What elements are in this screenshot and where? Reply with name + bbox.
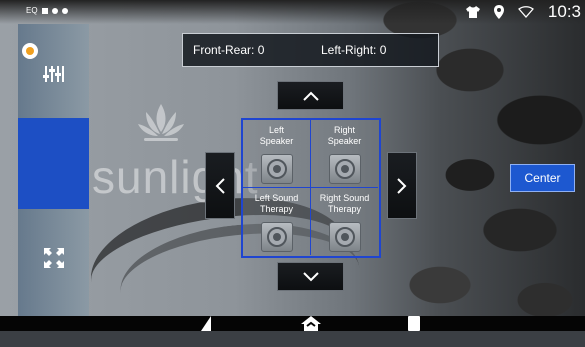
eq-indicator: EQ (26, 6, 38, 15)
move-right-button[interactable] (387, 152, 417, 219)
left-right-label: Left-Right: (321, 43, 377, 57)
status-bar: EQ 10:3 (0, 0, 585, 24)
recent-apps-icon (408, 316, 420, 331)
clock-time: 10:3 (547, 2, 581, 21)
nav-recent-button[interactable] (403, 316, 425, 331)
lotus-logo-icon (138, 104, 184, 141)
balance-fade-icon (44, 248, 64, 268)
grid-cell-right-sound-therapy[interactable]: Right Sound Therapy (311, 188, 378, 255)
left-sound-therapy-label: Left Sound Therapy (254, 193, 299, 214)
dot-notification-icon (61, 7, 68, 14)
front-rear-readout: Front-Rear: 0 (193, 43, 264, 57)
image-notification-icon (41, 7, 48, 14)
settings-notification-icon (51, 7, 58, 14)
nav-home-button[interactable] (300, 316, 322, 331)
sidebar-item-balance-fade[interactable] (18, 118, 89, 268)
status-right-indicators: 10:3 (465, 2, 581, 22)
nav-back-button[interactable] (196, 316, 216, 331)
left-right-value: 0 (379, 43, 387, 57)
system-nav-bar (0, 316, 585, 331)
front-rear-value: 0 (257, 43, 265, 57)
equalizer-sliders-icon (43, 66, 64, 82)
front-rear-label: Front-Rear: (193, 43, 255, 57)
chevron-down-icon (302, 271, 319, 281)
wifi-icon (517, 6, 534, 18)
grid-cell-right-speaker[interactable]: Right Speaker (311, 120, 378, 188)
sidebar (18, 24, 89, 316)
tshirt-icon (465, 6, 480, 18)
chevron-right-icon (397, 177, 407, 194)
speaker-icon (329, 154, 361, 184)
chevron-left-icon (215, 177, 225, 194)
status-left-indicators: EQ (26, 6, 68, 15)
left-speaker-label: Left Speaker (259, 125, 294, 146)
move-front-button[interactable] (277, 81, 344, 110)
speaker-icon (261, 222, 293, 252)
speaker-position-grid[interactable]: Left Speaker Right Speaker Left Sound Th… (241, 118, 381, 258)
back-triangle-icon (201, 316, 211, 331)
chevron-up-icon (302, 91, 319, 101)
left-right-readout: Left-Right: 0 (321, 43, 386, 57)
balance-readout: Front-Rear: 0 Left-Right: 0 (182, 33, 439, 67)
move-rear-button[interactable] (277, 262, 344, 291)
right-speaker-label: Right Speaker (327, 125, 362, 146)
grid-cell-left-speaker[interactable]: Left Speaker (243, 120, 311, 188)
grid-cell-left-sound-therapy[interactable]: Left Sound Therapy (243, 188, 311, 255)
speaker-icon (261, 154, 293, 184)
sidebar-item-equalizer[interactable] (18, 24, 89, 116)
move-left-button[interactable] (205, 152, 235, 219)
notification-badge-icon (22, 43, 38, 59)
right-sound-therapy-label: Right Sound Therapy (319, 193, 370, 214)
speaker-icon (329, 222, 361, 252)
location-pin-icon (493, 5, 504, 19)
center-button[interactable]: Center (510, 164, 575, 192)
home-icon (301, 316, 321, 331)
